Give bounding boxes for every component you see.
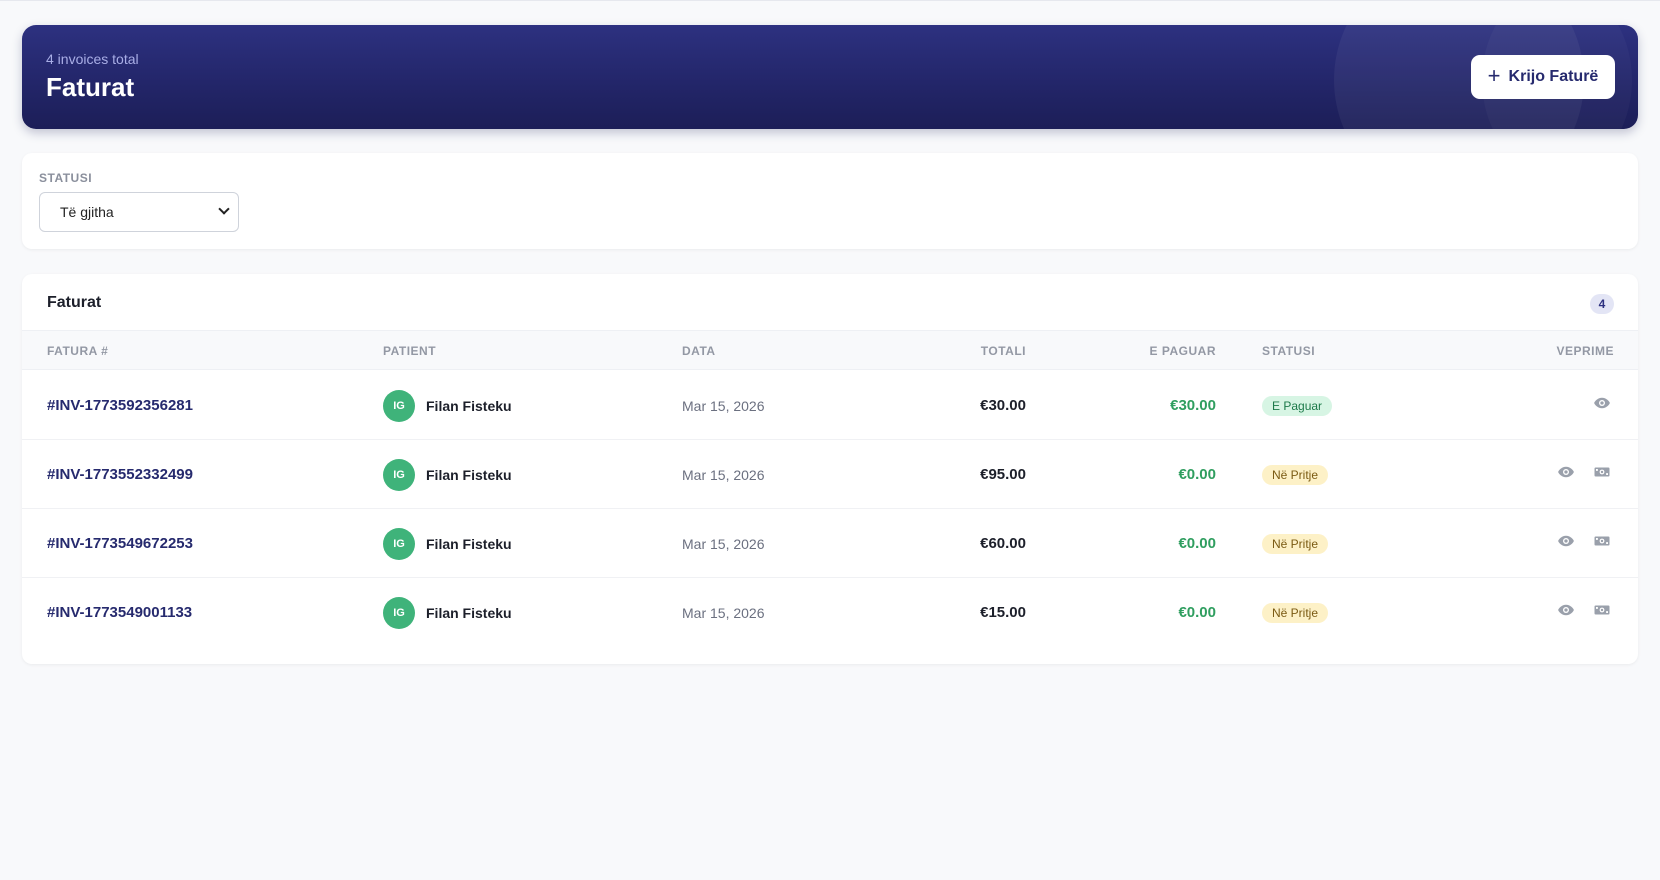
invoice-count-subtitle: 4 invoices total: [46, 51, 139, 67]
status-badge: Në Pritje: [1262, 464, 1329, 485]
row-actions: [1554, 440, 1614, 509]
view-invoice-button[interactable]: [1590, 394, 1614, 418]
patient-name: Filan Fisteku: [426, 466, 512, 483]
record-payment-button[interactable]: [1590, 532, 1614, 556]
patient-cell: IG Filan Fisteku: [383, 509, 512, 578]
patient-name: Filan Fisteku: [426, 604, 512, 621]
invoice-total: €30.00: [980, 397, 1026, 414]
invoice-number-link[interactable]: #INV-1773549672253: [47, 509, 193, 578]
status-cell: Në Pritje: [1262, 578, 1329, 647]
chevron-down-icon: [218, 203, 230, 215]
plus-icon: +: [1487, 63, 1501, 88]
invoice-date: Mar 15, 2026: [682, 535, 765, 552]
create-invoice-button[interactable]: + Krijo Faturë: [1471, 55, 1615, 99]
status-badge: Në Pritje: [1262, 602, 1329, 623]
status-badge: E Paguar: [1262, 395, 1333, 416]
invoice-number-link[interactable]: #INV-1773592356281: [47, 371, 193, 440]
money-icon: [1593, 601, 1611, 624]
row-actions: [1554, 509, 1614, 578]
top-divider: [0, 0, 1660, 1]
status-filter-select[interactable]: Të gjitha: [39, 192, 239, 232]
patient-cell: IG Filan Fisteku: [383, 371, 512, 440]
row-actions: [1554, 578, 1614, 647]
view-invoice-button[interactable]: [1554, 463, 1578, 487]
column-header-actions: VEPRIME: [1556, 344, 1614, 358]
filter-panel: STATUSI Të gjitha: [22, 153, 1638, 249]
status-badge: Në Pritje: [1262, 533, 1329, 554]
status-cell: Në Pritje: [1262, 440, 1329, 509]
column-header-paid: E PAGUAR: [1149, 344, 1216, 358]
invoice-date: Mar 15, 2026: [682, 397, 765, 414]
invoice-paid-amount: €30.00: [1170, 397, 1216, 414]
eye-icon: [1557, 601, 1575, 624]
column-header-invoice: FATURA #: [47, 344, 109, 358]
invoice-total: €95.00: [980, 466, 1026, 483]
record-payment-button[interactable]: [1590, 463, 1614, 487]
record-payment-button[interactable]: [1590, 601, 1614, 625]
page-header-banner: 4 invoices total Faturat + Krijo Faturë: [22, 25, 1638, 129]
invoice-total: €15.00: [980, 604, 1026, 621]
view-invoice-button[interactable]: [1554, 532, 1578, 556]
row-actions: [1590, 371, 1614, 440]
invoice-number-link[interactable]: #INV-1773552332499: [47, 440, 193, 509]
invoice-number-link[interactable]: #INV-1773549001133: [47, 578, 192, 647]
table-row: #INV-1773549001133 IG Filan Fisteku Mar 15,…: [22, 578, 1638, 647]
invoice-paid-amount: €0.00: [1178, 466, 1216, 483]
status-filter-label: STATUSI: [39, 171, 93, 185]
avatar: IG: [383, 389, 415, 422]
patient-name: Filan Fisteku: [426, 397, 512, 414]
status-filter-value: Të gjitha: [60, 204, 114, 220]
invoice-paid-amount: €0.00: [1178, 535, 1216, 552]
eye-icon: [1557, 532, 1575, 555]
column-header-total: TOTALI: [980, 344, 1026, 358]
page-title: Faturat: [46, 72, 135, 102]
invoice-paid-amount: €0.00: [1178, 604, 1216, 621]
invoice-date: Mar 15, 2026: [682, 466, 765, 483]
avatar: IG: [383, 596, 415, 629]
table-row: #INV-1773592356281 IG Filan Fisteku Mar 15,…: [22, 371, 1638, 440]
column-header-patient: PATIENT: [383, 344, 437, 358]
column-header-date: DATA: [682, 344, 716, 358]
avatar: IG: [383, 527, 415, 560]
invoice-total: €60.00: [980, 535, 1026, 552]
avatar: IG: [383, 458, 415, 491]
table-title: Faturat: [47, 294, 102, 311]
money-icon: [1593, 532, 1611, 555]
invoices-table-card: Faturat 4 FATURA # PATIENT DATA TOTALI E…: [22, 274, 1638, 664]
invoice-count-badge: 4: [1590, 294, 1614, 314]
eye-icon: [1593, 394, 1611, 417]
eye-icon: [1557, 463, 1575, 486]
table-row: #INV-1773552332499 IG Filan Fisteku Mar 15,…: [22, 440, 1638, 509]
view-invoice-button[interactable]: [1554, 601, 1578, 625]
money-icon: [1593, 463, 1611, 486]
column-header-status: STATUSI: [1262, 344, 1316, 358]
status-cell: Në Pritje: [1262, 509, 1329, 578]
table-header: FATURA # PATIENT DATA TOTALI E PAGUAR ST…: [22, 330, 1638, 370]
invoice-date: Mar 15, 2026: [682, 604, 765, 621]
patient-name: Filan Fisteku: [426, 535, 512, 552]
create-invoice-label: Krijo Faturë: [1508, 68, 1599, 85]
status-cell: E Paguar: [1262, 371, 1333, 440]
table-row: #INV-1773549672253 IG Filan Fisteku Mar 15,…: [22, 509, 1638, 578]
patient-cell: IG Filan Fisteku: [383, 578, 512, 647]
patient-cell: IG Filan Fisteku: [383, 440, 512, 509]
